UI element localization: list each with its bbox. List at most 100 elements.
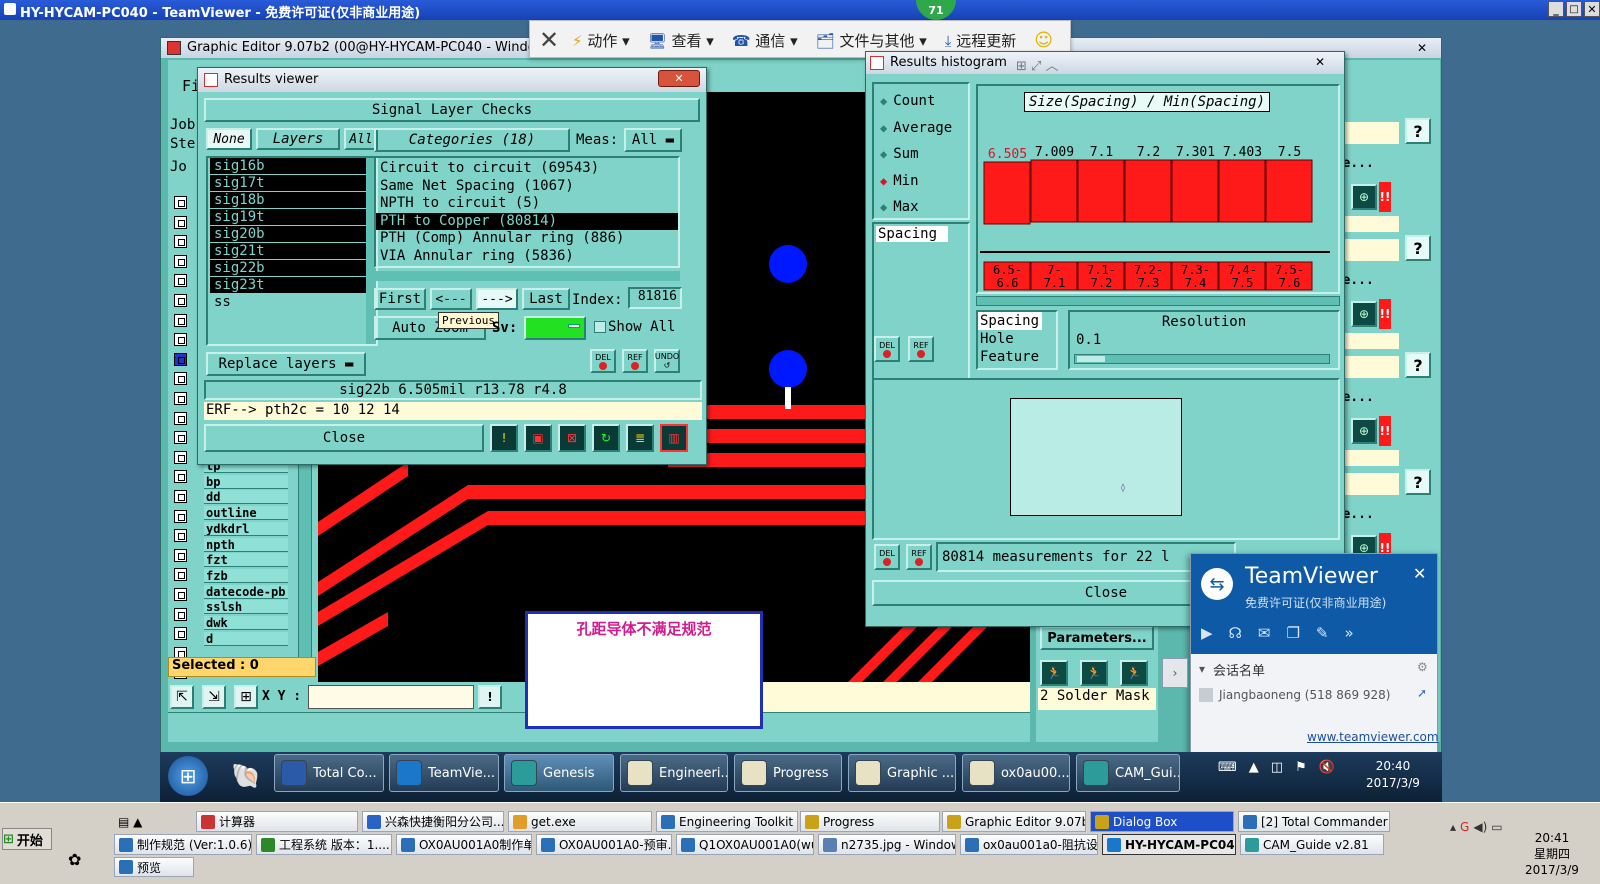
sv-color-dropdown[interactable]: [524, 316, 586, 340]
histogram-bar[interactable]: [1030, 159, 1078, 223]
group-spacing[interactable]: Spacing: [978, 312, 1042, 330]
histogram-bar[interactable]: [1218, 159, 1266, 223]
help-icon[interactable]: ?: [1405, 235, 1431, 261]
result-layer-item[interactable]: sig22b: [210, 260, 374, 277]
close-window-button[interactable]: ✕: [1584, 1, 1600, 17]
layer-item[interactable]: npth: [204, 537, 288, 552]
category-hscroll[interactable]: [374, 271, 680, 281]
histogram-bar[interactable]: [1265, 159, 1313, 223]
local-task-row2-8[interactable]: CAM_Guide v2.81: [1240, 834, 1384, 855]
layer-item[interactable]: fzt: [204, 553, 288, 568]
start-orb-icon[interactable]: ⊞: [168, 756, 208, 796]
more-icon[interactable]: »: [1344, 624, 1353, 642]
category-list[interactable]: Circuit to circuit (69543) Same Net Spaci…: [374, 156, 680, 268]
contact-name[interactable]: Jiangbaoneng (518 869 928): [1219, 688, 1391, 702]
layer-checkbox[interactable]: [174, 588, 187, 601]
chart-hscroll[interactable]: [976, 296, 1340, 306]
hist-del2-icon[interactable]: DEL: [874, 544, 900, 570]
tray-up-icon[interactable]: ▴: [1450, 820, 1456, 834]
layer-checkbox[interactable]: [174, 392, 187, 405]
hist-ref2-icon[interactable]: REF: [906, 544, 932, 570]
layer-list[interactable]: sig16b sig17t sig18b sig19t sig20b sig21t sig2…: [206, 156, 378, 346]
layer-checkbox[interactable]: [174, 274, 187, 288]
xy-input[interactable]: [308, 685, 474, 709]
index-input[interactable]: 81816: [628, 287, 682, 309]
group-list[interactable]: Spacing Hole Feature: [976, 310, 1058, 370]
replace-layers-dropdown[interactable]: Replace layers ▬: [206, 352, 366, 376]
toolbar-files[interactable]: 🗂 文件与其他 ▾: [816, 30, 927, 51]
local-task-row2-0[interactable]: 制作规范 (Ver:1.0.6): [114, 834, 252, 855]
category-item[interactable]: Same Net Spacing (1067): [376, 178, 678, 196]
tray-sound-icon[interactable]: ◀): [1473, 820, 1487, 834]
none-button[interactable]: None: [206, 128, 252, 150]
layer-checkbox[interactable]: [174, 333, 187, 347]
pen-icon[interactable]: ✎: [1316, 624, 1329, 642]
run-action-icon-2[interactable]: 🏃: [1080, 660, 1108, 686]
histogram-bar[interactable]: [1124, 159, 1172, 223]
layer-item[interactable]: ydkdrl: [204, 521, 288, 536]
result-layer-item[interactable]: sig17t: [210, 175, 374, 192]
histogram-bar[interactable]: [983, 161, 1031, 225]
layer-item[interactable]: bp: [204, 474, 288, 489]
stat-option-max[interactable]: ◆ Max: [874, 194, 968, 221]
layer-item[interactable]: sslsh: [204, 600, 288, 615]
layer-item[interactable]: d: [204, 631, 288, 646]
smiley-icon[interactable]: ☺: [1034, 30, 1053, 51]
layer-checkbox[interactable]: [174, 254, 187, 268]
tray-monitor-icon[interactable]: ▭: [1491, 820, 1502, 834]
layer-checkbox[interactable]: [174, 450, 187, 464]
side-list-spacing[interactable]: Spacing: [876, 226, 948, 242]
last-button[interactable]: Last: [522, 288, 570, 310]
layer-checkbox[interactable]: [174, 470, 187, 484]
previous-button[interactable]: <---: [430, 288, 472, 310]
local-task-row1-5[interactable]: Graphic Editor 9.07b2 ...: [942, 811, 1086, 832]
run-action-icon-3[interactable]: 🏃: [1120, 660, 1148, 686]
run-action-icon-1[interactable]: 🏃: [1040, 660, 1068, 686]
help-icon[interactable]: ?: [1405, 469, 1431, 495]
keyboard-icon[interactable]: ⌨: [1218, 760, 1237, 775]
del-icon[interactable]: DEL: [590, 349, 616, 373]
results-close-icon[interactable]: ✕: [658, 70, 700, 87]
local-task-row1-4[interactable]: Progress: [800, 811, 940, 832]
histogram-icon[interactable]: ▥: [660, 424, 688, 452]
layer-scrollbar[interactable]: [298, 452, 312, 672]
result-layer-item[interactable]: sig16b: [210, 158, 374, 175]
layer-checkbox[interactable]: [174, 548, 187, 562]
result-layer-item[interactable]: sig23t: [210, 277, 374, 294]
hist-ref-icon[interactable]: REF: [908, 336, 934, 362]
remote-task-5[interactable]: Graphic ...: [848, 754, 956, 792]
stat-option-count[interactable]: ◆ Count: [874, 88, 968, 115]
layer-checkbox[interactable]: [174, 372, 187, 386]
layer-item[interactable]: dwk: [204, 616, 288, 630]
layer-item[interactable]: datecode-pb: [204, 584, 288, 599]
remote-task-4[interactable]: Progress: [734, 754, 842, 792]
undo-icon[interactable]: UNDO ↺: [654, 349, 680, 373]
layer-checkbox[interactable]: [174, 568, 187, 582]
remote-task-7[interactable]: CAM_Gui...: [1076, 754, 1180, 792]
category-item[interactable]: PTH to Copper (80814): [376, 212, 678, 231]
category-item[interactable]: PTH (Comp) Annular ring (886): [376, 230, 678, 248]
shell-icon[interactable]: 🐚: [226, 758, 266, 794]
all-button[interactable]: All: [344, 128, 378, 150]
toolbar-communicate[interactable]: ☎ 通信 ▾: [732, 30, 798, 51]
layer-checkbox[interactable]: [174, 313, 187, 327]
local-task-row3-0[interactable]: 预览: [114, 857, 194, 877]
refresh-icon[interactable]: ↻: [592, 424, 620, 452]
toolbar-view[interactable]: 🖥 查看 ▾: [648, 30, 714, 51]
layer-checkbox[interactable]: [174, 509, 187, 523]
local-task-row1-2[interactable]: get.exe: [508, 811, 652, 832]
parameters-button[interactable]: Parameters...: [1040, 626, 1154, 650]
help-icon[interactable]: ?: [1405, 352, 1431, 378]
local-task-row2-3[interactable]: OX0AU001A0-预审...: [536, 834, 672, 855]
zoom-in-icon[interactable]: ⊕: [1351, 418, 1377, 444]
zoom-in-icon[interactable]: ⊕: [1351, 184, 1377, 210]
local-task-row1-6[interactable]: Dialog Box: [1090, 811, 1234, 832]
zoom-in-icon[interactable]: ⊕: [1351, 301, 1377, 327]
remote-task-3[interactable]: Engineeri...: [620, 754, 728, 792]
local-quick-icons[interactable]: ▤ ▲: [114, 811, 154, 832]
stat-option-sum[interactable]: ◆ Sum: [874, 141, 968, 168]
tray-arrow-icon[interactable]: ▲: [1249, 760, 1259, 775]
session-list-toggle-icon[interactable]: ▾: [1199, 662, 1205, 676]
category-item[interactable]: VIA Annular ring (5836): [376, 248, 678, 266]
local-task-row2-6[interactable]: ox0au001a0-阻抗设...: [960, 834, 1098, 855]
